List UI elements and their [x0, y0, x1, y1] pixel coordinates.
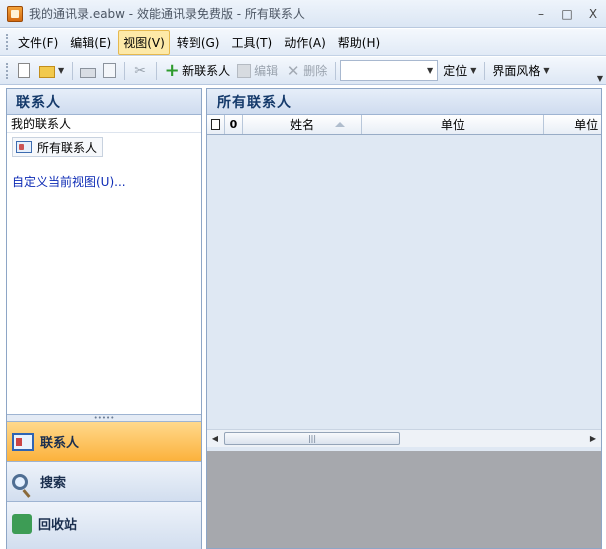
maximize-button[interactable]: □ [554, 0, 580, 27]
menu-file[interactable]: 文件(F) [13, 30, 63, 55]
column-header-attachment[interactable]: 0 [225, 115, 243, 134]
locate-button[interactable]: 定位 ▼ [440, 60, 479, 82]
chevron-down-icon: ▼ [427, 66, 434, 75]
toolbar-separator [484, 61, 486, 80]
contact-card-icon [16, 141, 32, 153]
title-bar: 我的通讯录.eabw - 效能通讯录免费版 - 所有联系人 – □ X [0, 0, 606, 28]
edit-label: 编辑 [254, 64, 279, 78]
recycle-bin-icon [12, 514, 32, 534]
contacts-grid-body[interactable] [207, 135, 601, 429]
minimize-button[interactable]: – [528, 0, 554, 27]
toolbar-separator [124, 61, 126, 80]
edit-icon [237, 63, 252, 78]
edit-button[interactable]: 编辑 [234, 60, 281, 82]
reading-pane [207, 451, 601, 548]
new-contact-label: 新联系人 [182, 64, 231, 78]
toolbar-separator [72, 61, 74, 80]
toolbar-overflow-button[interactable]: ▼ [594, 59, 606, 83]
delete-button[interactable]: ✕ 删除 [282, 60, 330, 82]
navigation-pane-title: 联系人 [7, 89, 201, 115]
pane-splitter[interactable]: ••••• [7, 414, 201, 422]
print-preview-button[interactable] [100, 60, 119, 82]
all-contacts-folder[interactable]: 所有联系人 [12, 137, 104, 157]
column-header-unit-2-label: 单位 [574, 118, 599, 132]
new-file-icon [18, 63, 30, 78]
column-header-name[interactable]: 姓名 [243, 115, 363, 134]
scroll-left-icon[interactable]: ◀ [207, 430, 223, 447]
menu-edit[interactable]: 编辑(E) [65, 30, 116, 55]
app-icon [7, 5, 23, 22]
horizontal-scrollbar[interactable]: ◀ ||| ▶ [207, 429, 601, 447]
menu-goto[interactable]: 转到(G) [172, 30, 225, 55]
open-file-button[interactable]: ▼ [36, 60, 67, 82]
menu-help[interactable]: 帮助(H) [333, 30, 385, 55]
chevron-down-icon: ▼ [58, 66, 65, 75]
column-header-unit[interactable]: 单位 [362, 115, 545, 134]
printer-icon [80, 67, 97, 78]
magnifier-icon [12, 473, 28, 490]
nav-contacts-label: 联系人 [40, 436, 80, 451]
close-button[interactable]: X [580, 0, 606, 27]
nav-search-label: 搜索 [40, 476, 67, 491]
search-combo[interactable]: ▼ [340, 60, 439, 81]
locate-label: 定位 [443, 64, 468, 78]
grid-header: 0 姓名 单位 单位 [207, 115, 601, 135]
sort-ascending-icon [335, 122, 346, 127]
nav-search-button[interactable]: 搜索 [7, 462, 201, 502]
plus-icon: + [164, 59, 180, 81]
delete-icon: ✕ [286, 61, 300, 80]
scroll-track[interactable]: ||| [223, 430, 585, 447]
scissors-icon: ✂ [134, 62, 147, 79]
nav-contacts-button[interactable]: 联系人 [7, 422, 201, 462]
new-file-button[interactable] [13, 60, 35, 82]
column-header-type[interactable] [207, 115, 225, 134]
cut-button[interactable]: ✂ [129, 60, 151, 82]
customize-view-link[interactable]: 自定义当前视图(U)... [12, 173, 126, 190]
toolbar-grip[interactable] [6, 62, 9, 79]
window-title: 我的通讯录.eabw - 效能通讯录免费版 - 所有联系人 [29, 7, 305, 21]
toolbar-separator [335, 61, 337, 80]
open-folder-icon [39, 66, 55, 78]
chevron-down-icon: ▼ [543, 66, 550, 75]
nav-recycle-bin-button[interactable]: 回收站 [7, 502, 201, 549]
contacts-list-pane: 所有联系人 0 姓名 单位 单位 ◀ ||| ▶ [206, 88, 602, 549]
ui-style-button[interactable]: 界面风格 ▼ [489, 60, 552, 82]
menu-tools[interactable]: 工具(T) [226, 30, 277, 55]
delete-label: 删除 [303, 64, 328, 78]
contact-card-icon [12, 432, 34, 451]
menu-bar: 文件(F) 编辑(E) 视图(V) 转到(G) 工具(T) 动作(A) 帮助(H… [0, 29, 606, 56]
new-contact-button[interactable]: + 新联系人 [161, 60, 233, 82]
menu-view[interactable]: 视图(V) [118, 29, 170, 55]
column-header-name-label: 姓名 [290, 118, 315, 132]
print-preview-icon [103, 63, 117, 78]
document-icon [210, 119, 220, 130]
menu-grip[interactable] [6, 34, 9, 50]
nav-recycle-bin-label: 回收站 [38, 518, 78, 533]
column-header-unit-label: 单位 [440, 118, 465, 132]
paperclip-icon: 0 [229, 118, 238, 131]
all-contacts-folder-label: 所有联系人 [37, 140, 98, 155]
contacts-list-title: 所有联系人 [207, 89, 601, 115]
scroll-right-icon[interactable]: ▶ [585, 430, 601, 447]
toolbar: ▼ ✂ + 新联系人 编辑 ✕ 删除 ▼ 定位 ▼ 界面风格 ▼ ▼ [0, 57, 606, 85]
my-contacts-section-label: 我的联系人 [7, 115, 201, 133]
navigation-pane: 联系人 我的联系人 所有联系人 自定义当前视图(U)... ••••• 联系人 … [6, 88, 202, 549]
chevron-down-icon: ▼ [470, 66, 477, 75]
scroll-thumb[interactable]: ||| [224, 432, 400, 445]
window-controls: – □ X [528, 0, 606, 27]
column-header-unit-2[interactable]: 单位 [544, 115, 601, 134]
toolbar-separator [156, 61, 158, 80]
ui-style-label: 界面风格 [492, 64, 541, 78]
menu-actions[interactable]: 动作(A) [279, 30, 331, 55]
print-button[interactable] [77, 60, 99, 82]
